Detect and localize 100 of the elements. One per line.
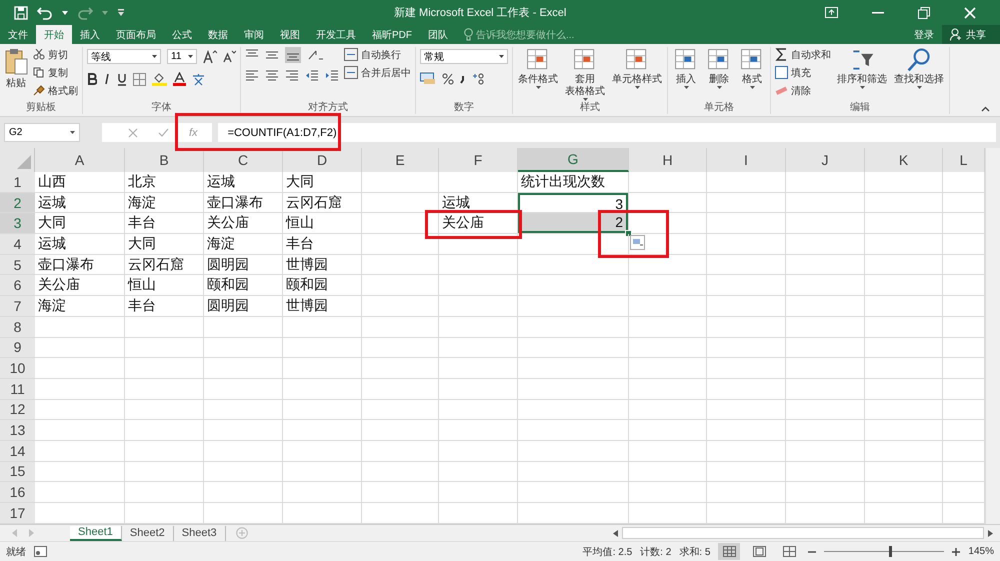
row-header[interactable]: 15 <box>0 462 35 482</box>
number-format-dropdown[interactable]: 常规 <box>420 49 508 64</box>
table-cell[interactable]: 统计出现次数 <box>518 172 628 192</box>
column-header[interactable]: G <box>518 148 629 172</box>
table-cell[interactable]: 大同 <box>35 213 124 234</box>
table-cell[interactable]: 丰台 <box>125 213 203 234</box>
undo-icon[interactable] <box>37 6 53 20</box>
column-header[interactable]: K <box>865 148 943 172</box>
shrink-font-icon[interactable] <box>223 50 236 63</box>
ribbon-button[interactable]: 排序和筛选 <box>836 47 888 102</box>
minimize-icon[interactable] <box>872 12 884 14</box>
table-cell[interactable]: 关公庙 <box>439 213 517 234</box>
row-header[interactable]: 8 <box>0 316 35 336</box>
share-button[interactable]: 共享 <box>942 25 1000 44</box>
row-header[interactable]: 16 <box>0 482 35 502</box>
collapse-ribbon-icon[interactable] <box>981 106 990 112</box>
orientation-icon[interactable] <box>307 49 323 61</box>
accounting-format-icon[interactable] <box>420 72 436 85</box>
table-cell[interactable]: 运城 <box>35 192 124 212</box>
table-cell[interactable]: 运城 <box>204 172 282 192</box>
table-cell[interactable]: 云冈石窟 <box>283 192 361 212</box>
increase-decimal-icon[interactable] <box>472 72 486 84</box>
table-cell[interactable]: 海淀 <box>35 296 124 316</box>
table-cell[interactable]: 壶口瀑布 <box>204 192 282 212</box>
ribbon-display-icon[interactable] <box>825 7 838 18</box>
middle-align-icon[interactable] <box>265 49 279 61</box>
ribbon-tab[interactable]: 插入 <box>72 25 108 44</box>
row-header[interactable]: 3 <box>0 213 35 234</box>
ribbon-tab[interactable]: 公式 <box>164 25 200 44</box>
table-cell[interactable]: 海淀 <box>125 192 203 212</box>
ribbon-button[interactable]: 格式 <box>738 47 766 102</box>
ribbon-tab[interactable]: 文件 <box>0 25 36 44</box>
underline-icon[interactable] <box>117 72 127 86</box>
table-cell[interactable]: 大同 <box>283 172 361 192</box>
row-header[interactable]: 11 <box>0 378 35 399</box>
paste-button[interactable]: 粘贴 <box>4 47 28 102</box>
zoom-slider-thumb[interactable] <box>889 546 892 557</box>
table-cell[interactable]: 丰台 <box>283 234 361 254</box>
macro-record-icon[interactable] <box>34 546 47 557</box>
table-cell[interactable]: 世博园 <box>283 296 361 316</box>
phonetic-icon[interactable] <box>192 72 205 86</box>
table-cell[interactable]: 北京 <box>125 172 203 192</box>
row-header[interactable]: 13 <box>0 420 35 440</box>
row-header[interactable]: 2 <box>0 192 35 212</box>
column-header[interactable]: D <box>283 148 362 172</box>
table-cell[interactable]: 运城 <box>439 192 517 212</box>
editing-button[interactable]: 自动求和 <box>775 47 831 62</box>
name-box[interactable]: G2 <box>4 123 80 142</box>
ribbon-button[interactable]: 套用 表格格式 <box>564 47 606 102</box>
table-cell[interactable]: 恒山 <box>125 275 203 296</box>
row-header[interactable]: 17 <box>0 503 35 523</box>
font-color-icon[interactable] <box>173 72 186 86</box>
ribbon-button[interactable]: 插入 <box>672 47 700 102</box>
caret-icon[interactable] <box>62 10 68 14</box>
customize-icon[interactable] <box>117 8 125 16</box>
increase-indent-icon[interactable] <box>325 70 339 82</box>
column-header[interactable]: C <box>204 148 283 172</box>
scroll-left-icon[interactable] <box>613 530 618 536</box>
table-cell[interactable]: 圆明园 <box>204 254 282 274</box>
formula-field[interactable]: =COUNTIF(A1:D7,F2) <box>218 123 996 142</box>
row-header[interactable]: 7 <box>0 296 35 316</box>
table-cell[interactable]: 丰台 <box>125 296 203 316</box>
row-header[interactable]: 4 <box>0 234 35 254</box>
bold-icon[interactable] <box>87 73 97 85</box>
font-size-dropdown[interactable]: 11 <box>167 49 197 64</box>
column-header[interactable]: B <box>125 148 204 172</box>
ribbon-button[interactable]: 单元格样式 <box>611 47 663 102</box>
row-header[interactable]: 12 <box>0 400 35 420</box>
restore-icon[interactable] <box>918 6 930 18</box>
clipboard-button[interactable]: 剪切 <box>33 47 78 62</box>
editing-button[interactable]: 清除 <box>775 83 831 98</box>
table-cell[interactable]: 海淀 <box>204 234 282 254</box>
row-header[interactable]: 10 <box>0 358 35 378</box>
italic-icon[interactable] <box>103 73 111 85</box>
table-cell[interactable]: 壶口瀑布 <box>35 254 124 274</box>
alignment-button[interactable]: 自动换行 <box>344 47 411 62</box>
bottom-align-icon[interactable] <box>285 47 301 63</box>
ribbon-button[interactable]: 条件格式 <box>517 47 559 102</box>
table-cell[interactable]: 关公庙 <box>204 213 282 234</box>
table-cell[interactable]: 恒山 <box>283 213 361 234</box>
ribbon-tab[interactable]: 团队 <box>420 25 456 44</box>
fill-color-icon[interactable] <box>152 72 167 86</box>
ribbon-tab[interactable]: 开始 <box>36 25 72 44</box>
column-header[interactable]: I <box>707 148 786 172</box>
percent-icon[interactable] <box>442 72 454 84</box>
sheet-tab[interactable]: Sheet1 <box>70 526 122 540</box>
table-cell[interactable]: 颐和园 <box>283 275 361 296</box>
ribbon-tab[interactable]: 福昕PDF <box>364 25 420 44</box>
zoom-in-icon[interactable] <box>952 548 960 556</box>
row-header[interactable]: 9 <box>0 338 35 358</box>
table-cell[interactable]: 2 <box>518 213 628 234</box>
table-cell[interactable]: 大同 <box>125 234 203 254</box>
align-right-icon[interactable] <box>285 70 299 82</box>
ribbon-button[interactable]: 查找和选择 <box>893 47 945 102</box>
column-header[interactable]: H <box>629 148 707 172</box>
table-cell[interactable]: 颐和园 <box>204 275 282 296</box>
column-header[interactable]: A <box>35 148 125 172</box>
row-header[interactable]: 5 <box>0 254 35 274</box>
decrease-indent-icon[interactable] <box>305 70 319 82</box>
table-cell[interactable]: 关公庙 <box>35 275 124 296</box>
